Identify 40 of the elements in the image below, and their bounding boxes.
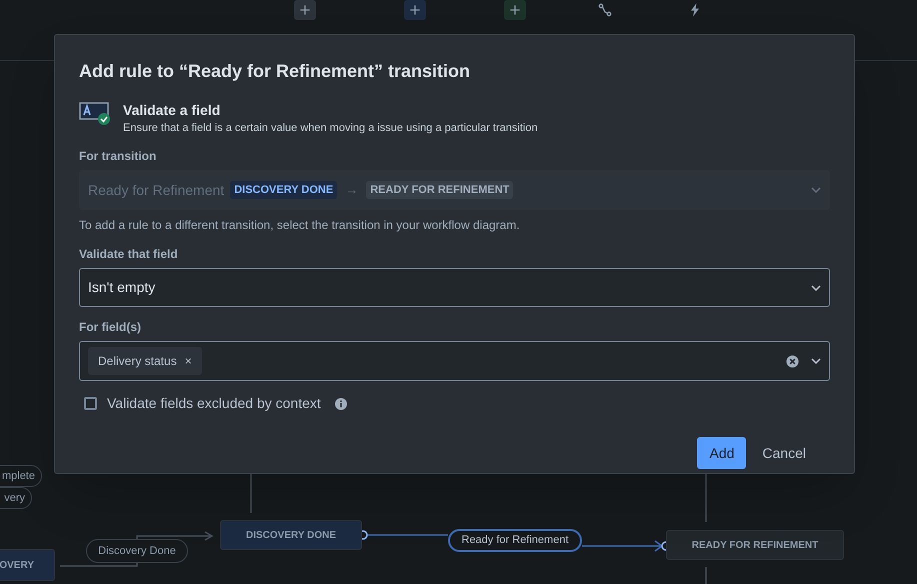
transition-label[interactable]: mplete: [0, 465, 42, 487]
transition-label[interactable]: Ready for Refinement: [448, 529, 582, 552]
toolbar-button[interactable]: [504, 0, 526, 20]
field-tag: Delivery status: [98, 352, 177, 370]
transition-label[interactable]: very: [0, 487, 32, 509]
chevron-down-icon: [811, 358, 821, 364]
status-lozenge: READY FOR REFINEMENT: [366, 180, 514, 200]
toolbar-button[interactable]: [294, 0, 316, 20]
status-node[interactable]: READY FOR REFINEMENT: [666, 530, 844, 560]
chevron-down-icon: [811, 284, 821, 290]
validation-select[interactable]: Isn't empty: [79, 268, 830, 307]
arrow-glyph: →: [345, 181, 358, 200]
chevron-down-icon: [811, 187, 821, 193]
connector-line: [705, 567, 707, 584]
remove-tag-button[interactable]: ×: [184, 352, 192, 370]
dialog-title: Add rule to “Ready for Refinement” transition: [79, 60, 472, 83]
select-value: Ready for Refinement: [88, 180, 224, 200]
clear-icon[interactable]: [786, 354, 799, 368]
transition-label[interactable]: Discovery Done: [86, 539, 188, 563]
status-node[interactable]: OVERY: [0, 549, 55, 581]
checkbox-label: Validate fields excluded by context: [107, 394, 321, 413]
help-text: To add a rule to a different transition, select the transition in your workflow diagram.: [79, 217, 521, 234]
fields-multiselect[interactable]: Delivery status ×: [79, 341, 830, 381]
status-lozenge: DISCOVERY DONE: [230, 180, 338, 200]
info-icon[interactable]: [334, 398, 347, 410]
status-node[interactable]: DISCOVERY DONE: [220, 520, 362, 550]
connector-line: [250, 474, 252, 513]
field-label: Validate that field: [79, 246, 179, 263]
transition-icon: [597, 2, 613, 18]
cancel-button[interactable]: Cancel: [750, 437, 818, 469]
select-value: Isn't empty: [88, 278, 156, 297]
add-button[interactable]: Add: [697, 437, 746, 469]
rule-description: Ensure that a field is a certain value when moving a issue using a particular transition: [123, 121, 538, 136]
connector-line: [705, 474, 707, 522]
field-check-icon: [79, 101, 111, 125]
field-label: For transition: [79, 148, 158, 165]
field-label: For field(s): [79, 319, 142, 336]
toolbar-button[interactable]: [404, 0, 426, 20]
checkbox[interactable]: [84, 397, 97, 410]
rule-name: Validate a field: [123, 101, 222, 120]
